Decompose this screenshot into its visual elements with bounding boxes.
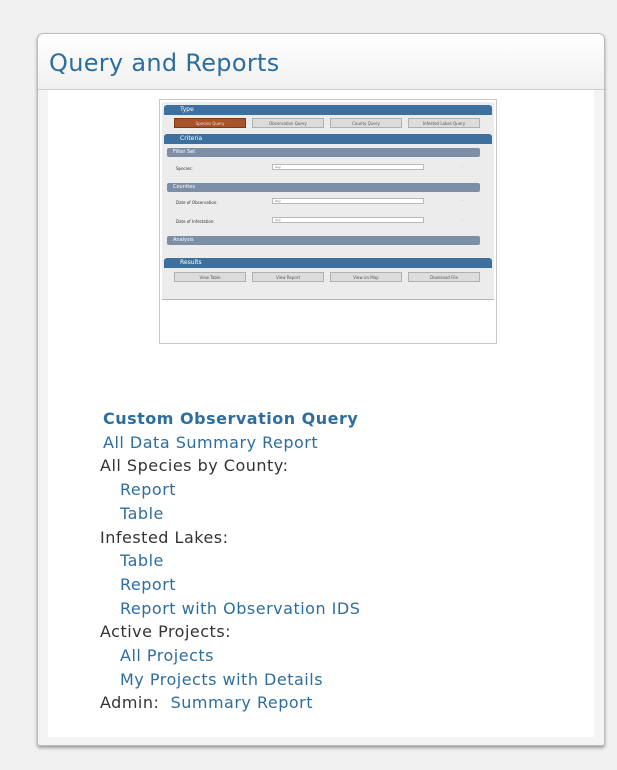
active-projects-label: Active Projects: (100, 622, 232, 642)
all-projects-link[interactable]: All Projects (120, 646, 214, 665)
thumb-type-header: Type (164, 105, 492, 115)
thumb-subsection: Filter Set (167, 148, 480, 157)
admin-summary-report-link[interactable]: Summary Report (171, 693, 313, 712)
thumb-result-button: View Report (252, 272, 324, 282)
query-reports-panel: Query and Reports Type Species Query Obs… (37, 33, 605, 746)
thumb-help-icon: · (462, 198, 464, 204)
custom-observation-query-link[interactable]: Custom Observation Query (103, 409, 358, 428)
report-links-list: Custom Observation Query All Data Summar… (100, 407, 360, 715)
thumb-type-button: County Query (330, 118, 402, 128)
species-by-county-table-link[interactable]: Table (120, 504, 164, 523)
thumb-criteria-header: Criteria (164, 134, 492, 144)
thumb-type-button: Observation Query (252, 118, 324, 128)
admin-label: Admin: (100, 693, 160, 713)
infested-lakes-table-link[interactable]: Table (120, 551, 164, 570)
thumb-subsection: Counties (167, 183, 480, 192)
panel-title: Query and Reports (49, 49, 280, 77)
infested-lakes-label: Infested Lakes: (100, 527, 229, 547)
species-by-county-report-link[interactable]: Report (120, 480, 176, 499)
thumb-field-label: Species: (176, 166, 193, 171)
all-data-summary-report-link[interactable]: All Data Summary Report (103, 433, 318, 452)
thumb-result-button: Download File (408, 272, 480, 282)
thumb-help-icon: · (462, 164, 464, 170)
thumb-field-label: Date of Observation: (176, 200, 218, 205)
thumb-field-label: Date of Infestation: (176, 219, 215, 224)
thumb-result-button: View on Map (330, 272, 402, 282)
query-preview-image: Type Species Query Observation Query Cou… (162, 102, 494, 300)
thumb-field-select: Any (272, 217, 424, 223)
my-projects-details-link[interactable]: My Projects with Details (120, 670, 323, 689)
thumb-type-button: Infested Lakes Query (408, 118, 480, 128)
panel-body: Type Species Query Observation Query Cou… (48, 90, 594, 737)
panel-header: Query and Reports (38, 34, 604, 90)
infested-lakes-report-link[interactable]: Report (120, 575, 176, 594)
thumb-help-icon: · (462, 217, 464, 223)
thumb-type-button: Species Query (174, 118, 246, 128)
species-by-county-label: All Species by County: (100, 456, 289, 476)
infested-lakes-report-ids-link[interactable]: Report with Observation IDS (120, 599, 360, 618)
thumb-result-button: View Table (174, 272, 246, 282)
thumb-results-header: Results (164, 258, 492, 268)
query-preview-thumbnail[interactable]: Type Species Query Observation Query Cou… (159, 99, 497, 344)
thumb-field-select: Any (272, 164, 424, 170)
thumb-field-select: Any (272, 198, 424, 204)
thumb-subsection: Analysis (167, 236, 480, 245)
